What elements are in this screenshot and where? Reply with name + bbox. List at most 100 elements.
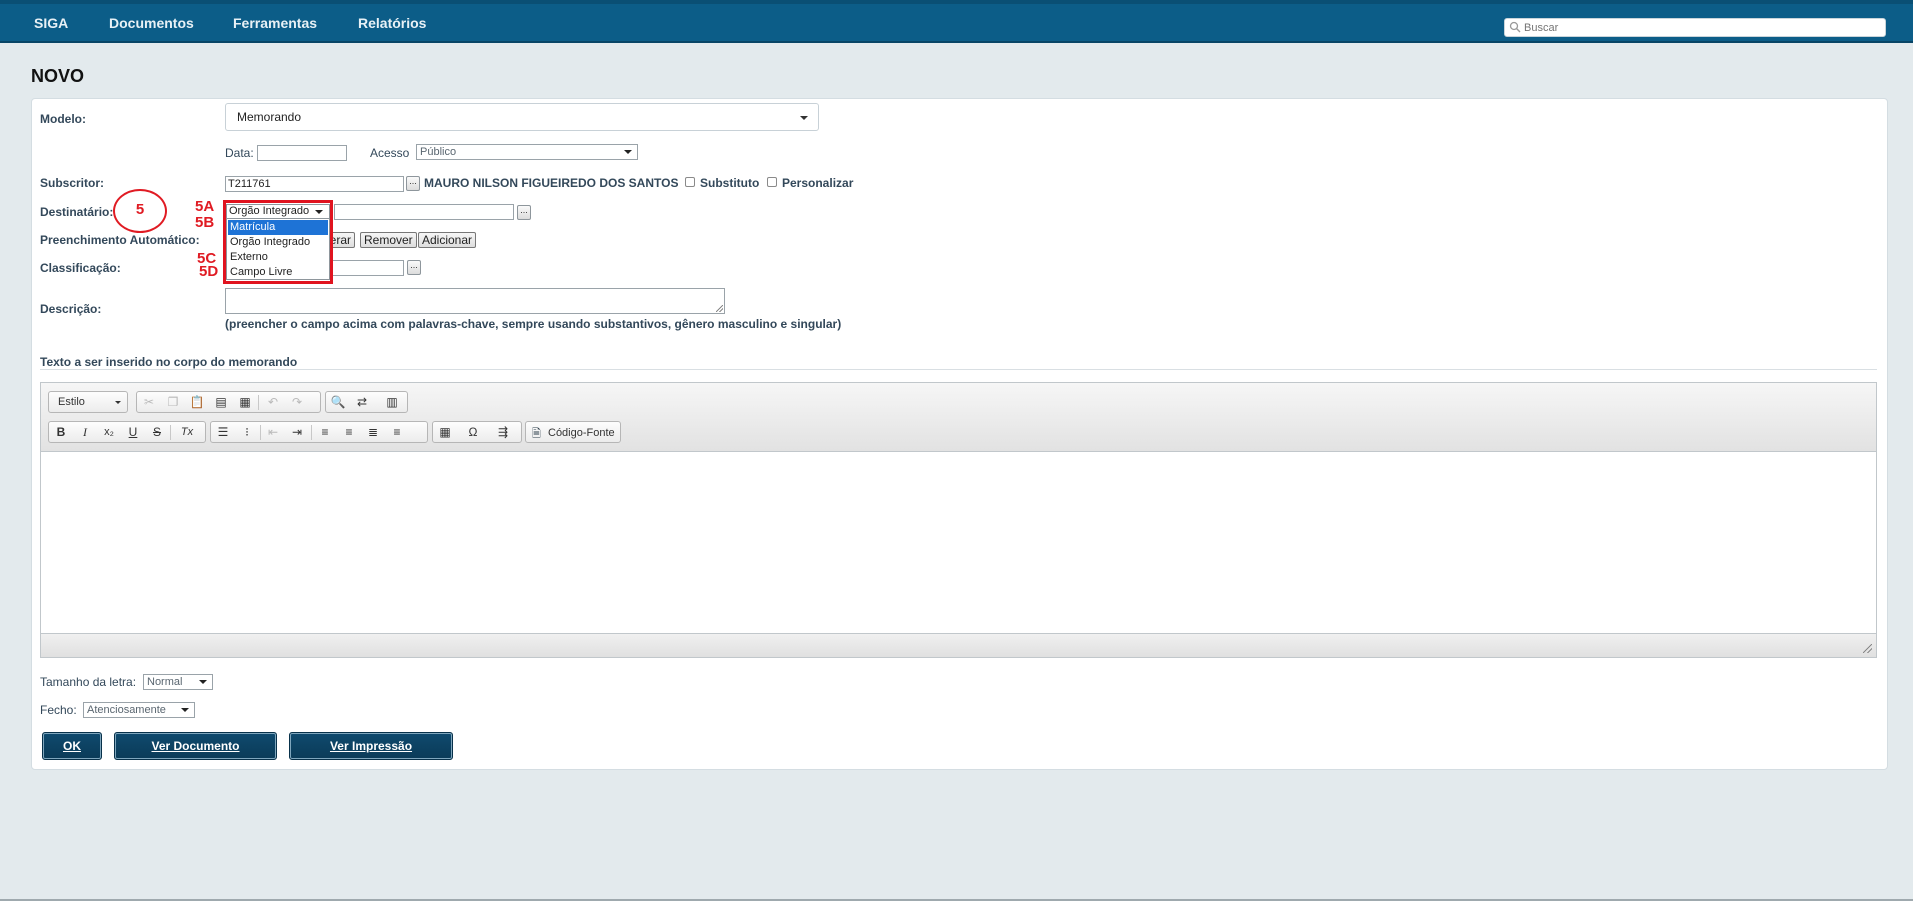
annotation-box: [223, 200, 333, 284]
subscript-icon[interactable]: x₂: [99, 424, 119, 440]
data-field[interactable]: [257, 145, 347, 161]
special-char-icon[interactable]: Ω: [463, 424, 483, 440]
separator: [258, 395, 259, 410]
search-input[interactable]: [1524, 20, 1879, 35]
rich-text-editor: Estilo ✂ ❐ 📋 ▤ ▦ ↶ ↷ 🔍 ⇄ ▥ B I x₂ U S Tx: [40, 382, 1877, 658]
fecho-label: Fecho:: [40, 703, 77, 717]
data-label: Data:: [225, 146, 254, 160]
fecho-value: Atenciosamente: [87, 704, 166, 716]
paragraph-group: ☰ ⁝ ⇤ ⇥ ≡ ≡ ≣ ≡: [210, 421, 428, 443]
adicionar-button[interactable]: Adicionar: [418, 232, 477, 248]
chevron-down-icon: [800, 116, 808, 120]
align-right-icon[interactable]: ≡: [387, 424, 407, 440]
remove-format-icon[interactable]: Tx: [177, 424, 197, 440]
underline-icon[interactable]: U: [123, 424, 143, 440]
find-group: 🔍 ⇄ ▥: [325, 391, 408, 413]
bold-icon[interactable]: B: [51, 424, 71, 440]
table-icon[interactable]: ▦: [435, 424, 455, 440]
search-box: [1504, 18, 1886, 37]
ok-button[interactable]: OK: [42, 732, 102, 760]
copy-icon[interactable]: ❐: [163, 394, 183, 410]
editor-section-title: Texto a ser inserido no corpo do memoran…: [40, 355, 298, 369]
chevron-down-icon: [624, 150, 632, 154]
ok-label: OK: [63, 739, 81, 753]
modelo-value: Memorando: [237, 110, 302, 124]
classificacao-search-button[interactable]: ...: [407, 260, 421, 275]
strikethrough-icon[interactable]: S: [147, 424, 167, 440]
find-icon[interactable]: 🔍: [328, 394, 348, 410]
remover-button[interactable]: Remover: [360, 232, 417, 248]
ver-impressao-label: Ver Impressão: [329, 739, 413, 753]
separator: [311, 425, 312, 440]
ver-impressao-button[interactable]: Ver Impressão: [289, 732, 453, 760]
align-left-icon[interactable]: ≡: [315, 424, 335, 440]
ver-documento-button[interactable]: Ver Documento: [114, 732, 277, 760]
nav-siga[interactable]: SIGA: [34, 15, 68, 31]
tamanho-select[interactable]: Normal: [143, 674, 213, 690]
insert-group: ▦ Ω ⇶: [432, 421, 522, 443]
editor-toolbar: Estilo ✂ ❐ 📋 ▤ ▦ ↶ ↷ 🔍 ⇄ ▥ B I x₂ U S Tx: [41, 383, 1876, 452]
personalizar-checkbox[interactable]: [767, 177, 777, 187]
tamanho-label: Tamanho da letra:: [40, 675, 137, 689]
nav-documentos[interactable]: Documentos: [109, 15, 194, 31]
preenchimento-label: Preenchimento Automático:: [40, 233, 200, 247]
paste-icon[interactable]: 📋: [187, 394, 207, 410]
annotation-circle-label: 5: [135, 201, 145, 218]
tamanho-value: Normal: [147, 676, 183, 688]
replace-icon[interactable]: ⇄: [352, 394, 372, 410]
nav-relatorios[interactable]: Relatórios: [358, 15, 426, 31]
acesso-select[interactable]: Público: [416, 144, 638, 160]
undo-icon[interactable]: ↶: [263, 394, 283, 410]
modelo-select[interactable]: Memorando: [225, 103, 819, 131]
redo-icon[interactable]: ↷: [287, 394, 307, 410]
destinatario-field[interactable]: [334, 204, 514, 220]
descricao-textarea[interactable]: [225, 288, 725, 314]
annotation-5b: 5B: [195, 214, 215, 231]
subscritor-search-button[interactable]: ...: [406, 176, 420, 191]
source-button[interactable]: 🗎 Código-Fonte: [525, 421, 621, 443]
select-all-icon[interactable]: ▥: [382, 394, 402, 410]
source-icon: 🗎: [532, 428, 541, 440]
separator: [170, 425, 171, 440]
resize-handle-icon[interactable]: [1863, 644, 1872, 653]
descricao-label: Descrição:: [40, 302, 102, 316]
resize-handle-icon[interactable]: [716, 305, 723, 312]
acesso-label: Acesso: [370, 146, 410, 160]
subscritor-name: MAURO NILSON FIGUEIREDO DOS SANTOS: [424, 176, 679, 190]
destinatario-search-button[interactable]: ...: [517, 205, 531, 220]
modelo-label: Modelo:: [40, 112, 86, 126]
indent-block-icon[interactable]: ⇶: [493, 424, 513, 440]
annotation-circle: 5: [113, 189, 167, 233]
source-label: Código-Fonte: [548, 427, 615, 439]
numbered-list-icon[interactable]: ☰: [213, 424, 233, 440]
fecho-select[interactable]: Atenciosamente: [83, 702, 195, 718]
substituto-checkbox[interactable]: [685, 177, 695, 187]
top-navbar: SIGA Documentos Ferramentas Relatórios: [0, 0, 1913, 43]
nav-ferramentas[interactable]: Ferramentas: [233, 15, 317, 31]
descricao-hint: (preencher o campo acima com palavras-ch…: [225, 317, 842, 331]
subscritor-field[interactable]: T211761: [225, 176, 404, 192]
editor-statusbar: [41, 633, 1876, 657]
chevron-down-icon: [181, 708, 189, 712]
align-justify-icon[interactable]: ≣: [363, 424, 383, 440]
cut-icon[interactable]: ✂: [139, 394, 159, 410]
paste-text-icon[interactable]: ▤: [211, 394, 231, 410]
separator: [260, 425, 261, 440]
bullet-list-icon[interactable]: ⁝: [237, 424, 257, 440]
format-group: B I x₂ U S Tx: [48, 421, 206, 443]
subscritor-label: Subscritor:: [40, 176, 105, 190]
destinatario-label: Destinatário:: [40, 205, 114, 219]
estilo-dropdown[interactable]: Estilo: [48, 391, 128, 413]
align-center-icon[interactable]: ≡: [339, 424, 359, 440]
italic-icon[interactable]: I: [75, 424, 95, 440]
divider: [40, 369, 1877, 370]
indent-icon[interactable]: ⇥: [287, 424, 307, 440]
paste-word-icon[interactable]: ▦: [235, 394, 255, 410]
outdent-icon[interactable]: ⇤: [263, 424, 283, 440]
chevron-down-icon: [115, 401, 121, 404]
editor-content-area[interactable]: [41, 452, 1876, 633]
annotation-5d: 5D: [199, 263, 219, 280]
ver-documento-label: Ver Documento: [151, 739, 240, 753]
page-title: NOVO: [31, 66, 85, 86]
search-icon: [1509, 21, 1521, 36]
